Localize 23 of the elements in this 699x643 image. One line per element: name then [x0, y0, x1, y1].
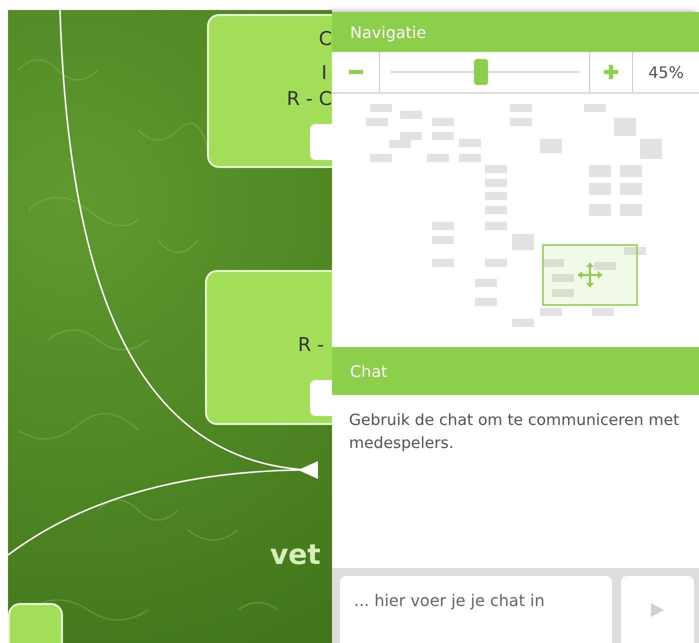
zoom-percentage: 45%: [647, 62, 685, 84]
panel-title: Chat: [350, 362, 388, 380]
move-icon: [578, 263, 602, 287]
panel-title: Navigatie: [350, 22, 426, 42]
slider-thumb[interactable]: [474, 59, 488, 85]
node-button[interactable]: [310, 124, 332, 160]
zoom-out-button[interactable]: [332, 52, 380, 92]
zoom-in-button[interactable]: [589, 52, 633, 92]
node-text: C: [318, 28, 332, 51]
node-card[interactable]: R -: [205, 270, 332, 425]
send-button[interactable]: [621, 576, 694, 643]
plus-icon: [604, 65, 618, 79]
node-text: R -: [298, 334, 324, 357]
node-text: R - C: [286, 88, 332, 111]
chat-input-field[interactable]: ... hier voer je je chat in: [340, 576, 612, 643]
minus-icon: [348, 70, 362, 74]
node-text: I: [321, 62, 327, 85]
node-label: vet: [270, 538, 321, 571]
node-button[interactable]: [310, 380, 332, 416]
node-card[interactable]: C I R - C: [207, 14, 332, 168]
viewport-frame[interactable]: [542, 244, 638, 306]
send-icon: [651, 602, 664, 616]
chat-message: Gebruik de chat om te communiceren met medespelers.: [349, 410, 680, 454]
